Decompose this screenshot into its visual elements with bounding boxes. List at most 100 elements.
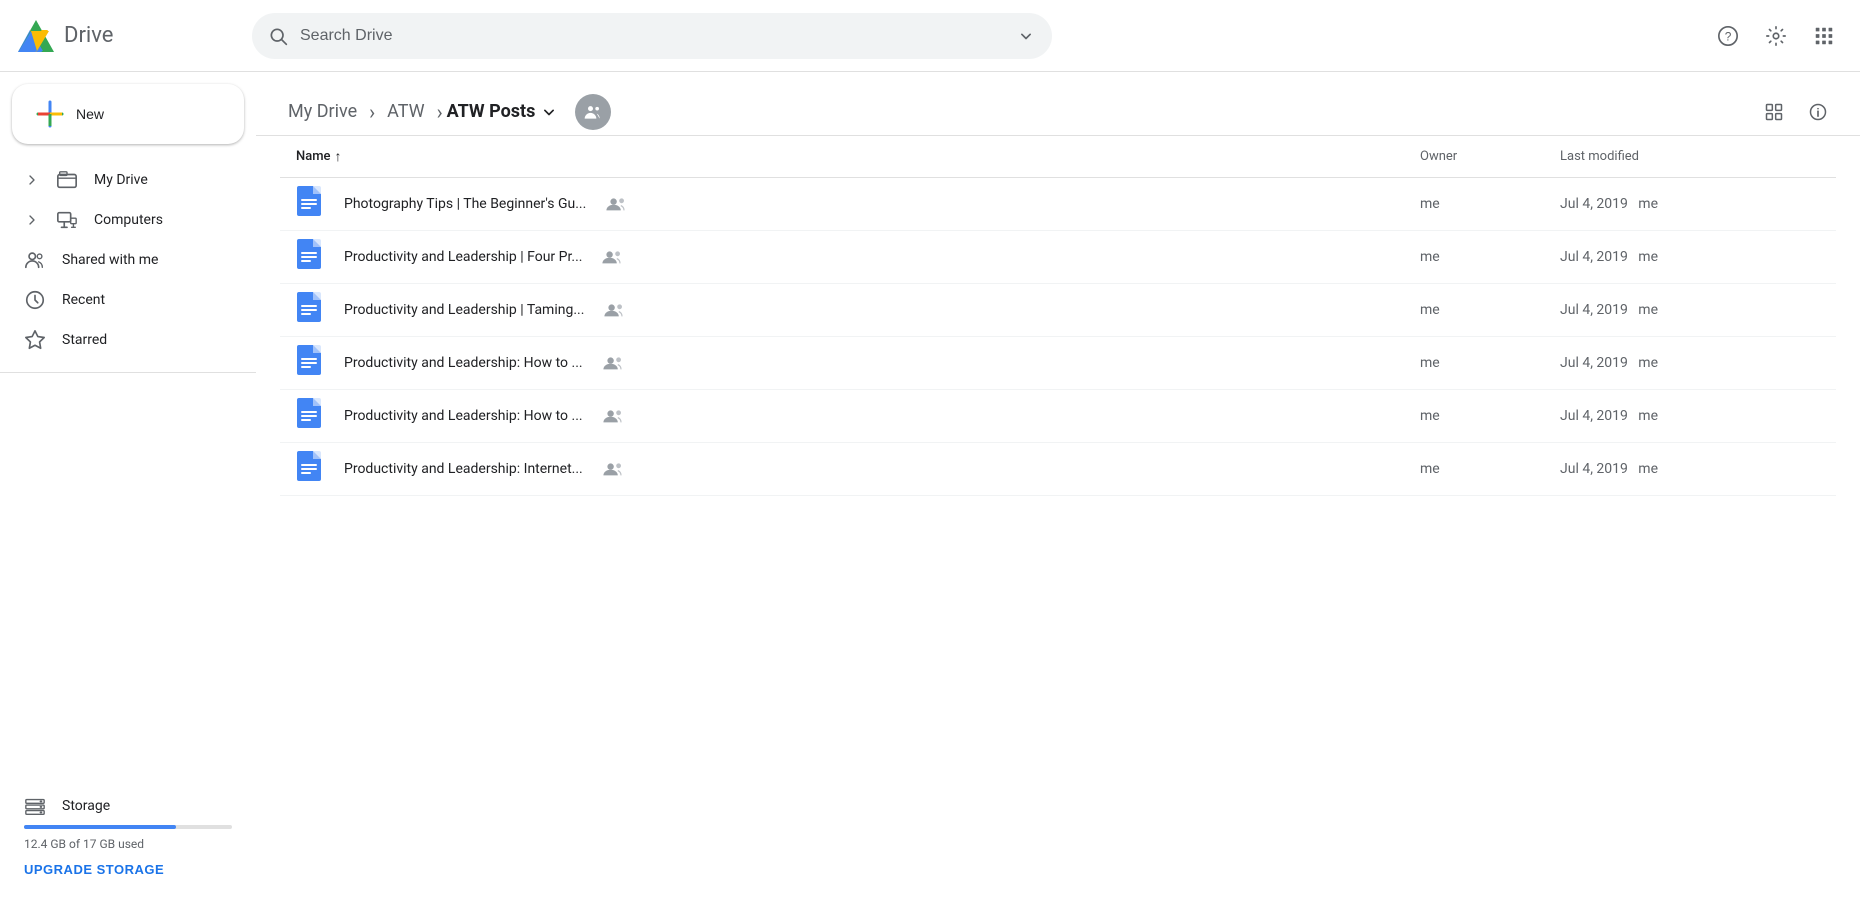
file-share-icon [599,406,627,426]
header: Drive ? [0,0,1860,72]
sidebar-item-my-drive[interactable]: My Drive [0,160,240,200]
storage-title: Storage [62,798,110,814]
file-name: Productivity and Leadership: Internet... [344,461,583,477]
file-name-cell: Productivity and Leadership: How to ... [296,347,1420,379]
storage-icon [24,795,46,817]
file-share-icon [602,194,630,214]
sidebar-item-label-my-drive: My Drive [94,172,148,188]
file-modified: Jul 4, 2019 me [1560,355,1820,371]
file-share-icon [598,247,626,267]
file-name: Productivity and Leadership | Four Pr... [344,249,582,265]
star-icon [24,329,46,351]
storage-used-text: 12.4 GB of 17 GB used [24,837,232,851]
table-header: Name ↑ Owner Last modified [280,136,1836,178]
file-name-cell: Productivity and Leadership: How to ... [296,400,1420,432]
doc-file-icon [296,294,328,326]
recent-icon [24,289,46,311]
search-input[interactable] [300,27,1004,45]
file-share-icon [599,459,627,479]
table-row[interactable]: Productivity and Leadership | Four Pr...… [280,231,1836,284]
file-modified: Jul 4, 2019 me [1560,196,1820,212]
file-modified: Jul 4, 2019 me [1560,408,1820,424]
table-row[interactable]: Productivity and Leadership | Taming... … [280,284,1836,337]
doc-file-icon [296,400,328,432]
table-row[interactable]: Productivity and Leadership: Internet...… [280,443,1836,496]
file-modified: Jul 4, 2019 me [1560,302,1820,318]
grid-view-icon [1764,102,1784,122]
file-modified: Jul 4, 2019 me [1560,249,1820,265]
sidebar-item-shared-with-me[interactable]: Shared with me [0,240,240,280]
column-name[interactable]: Name ↑ [296,148,1420,165]
header-actions: ? [1708,16,1844,56]
main-content: My Drive › ATW › ATW Posts [256,72,1860,902]
file-name: Photography Tips | The Beginner's Gu... [344,196,586,212]
sidebar-item-recent[interactable]: Recent [0,280,240,320]
breadcrumb-atw[interactable]: ATW [379,97,432,126]
share-avatar[interactable] [575,94,611,130]
my-drive-icon [56,169,78,191]
breadcrumb-current-label: ATW Posts [447,101,536,122]
file-name-cell: Productivity and Leadership: Internet... [296,453,1420,485]
table-row[interactable]: Photography Tips | The Beginner's Gu... … [280,178,1836,231]
column-owner: Owner [1420,149,1560,164]
search-dropdown-icon[interactable] [1016,26,1036,46]
apps-button[interactable] [1804,16,1844,56]
file-share-icon [600,300,628,320]
upgrade-storage-button[interactable]: UPGRADE STORAGE [24,862,164,877]
search-bar[interactable] [252,13,1052,59]
sidebar-item-label-recent: Recent [62,292,105,308]
people-icon [583,102,603,122]
info-button[interactable] [1800,94,1836,130]
expand-icon-my-drive [24,172,40,188]
storage-bar-fill [24,825,176,829]
table-row[interactable]: Productivity and Leadership: How to ... … [280,390,1836,443]
table-row[interactable]: Productivity and Leadership: How to ... … [280,337,1836,390]
file-owner: me [1420,355,1560,371]
gear-icon [1765,25,1787,47]
settings-button[interactable] [1756,16,1796,56]
doc-file-icon [296,188,328,220]
sidebar-item-label-computers: Computers [94,212,163,228]
logo-area[interactable]: Drive [16,16,236,56]
file-owner: me [1420,461,1560,477]
new-button[interactable]: New [12,84,244,144]
file-owner: me [1420,196,1560,212]
sidebar-item-starred[interactable]: Starred [0,320,240,360]
file-table: Name ↑ Owner Last modified Photogr [256,136,1860,902]
svg-text:?: ? [1725,29,1732,43]
computers-icon [56,209,78,231]
file-name-cell: Photography Tips | The Beginner's Gu... [296,188,1420,220]
breadcrumb-sep-2: › [437,100,443,124]
main-layout: New My Drive [0,72,1860,902]
file-name-cell: Productivity and Leadership | Taming... [296,294,1420,326]
shared-icon [24,249,46,271]
doc-file-icon [296,241,328,273]
file-owner: me [1420,408,1560,424]
info-icon [1808,102,1828,122]
breadcrumb-my-drive[interactable]: My Drive [280,97,365,126]
sidebar-divider [0,372,256,373]
breadcrumb: My Drive › ATW › ATW Posts [280,94,611,130]
help-icon: ? [1717,25,1739,47]
sidebar-item-label-shared: Shared with me [62,252,158,268]
column-last-modified: Last modified [1560,149,1820,164]
app-name: Drive [64,23,113,48]
file-name: Productivity and Leadership: How to ... [344,355,583,371]
file-share-icon [599,353,627,373]
file-name-cell: Productivity and Leadership | Four Pr... [296,241,1420,273]
help-button[interactable]: ? [1708,16,1748,56]
storage-label-row: Storage [24,795,232,817]
sort-arrow: ↑ [335,148,342,165]
sidebar-item-computers[interactable]: Computers [0,200,240,240]
apps-icon [1813,25,1835,47]
breadcrumb-sep-1: › [369,100,375,124]
breadcrumb-current[interactable]: ATW Posts [447,101,560,122]
breadcrumb-actions [1756,94,1836,130]
file-rows-container: Photography Tips | The Beginner's Gu... … [280,178,1836,496]
breadcrumb-bar: My Drive › ATW › ATW Posts [256,72,1860,136]
grid-view-button[interactable] [1756,94,1792,130]
file-owner: me [1420,302,1560,318]
file-name: Productivity and Leadership | Taming... [344,302,584,318]
sidebar-item-label-starred: Starred [62,332,107,348]
storage-bar-background [24,825,232,829]
